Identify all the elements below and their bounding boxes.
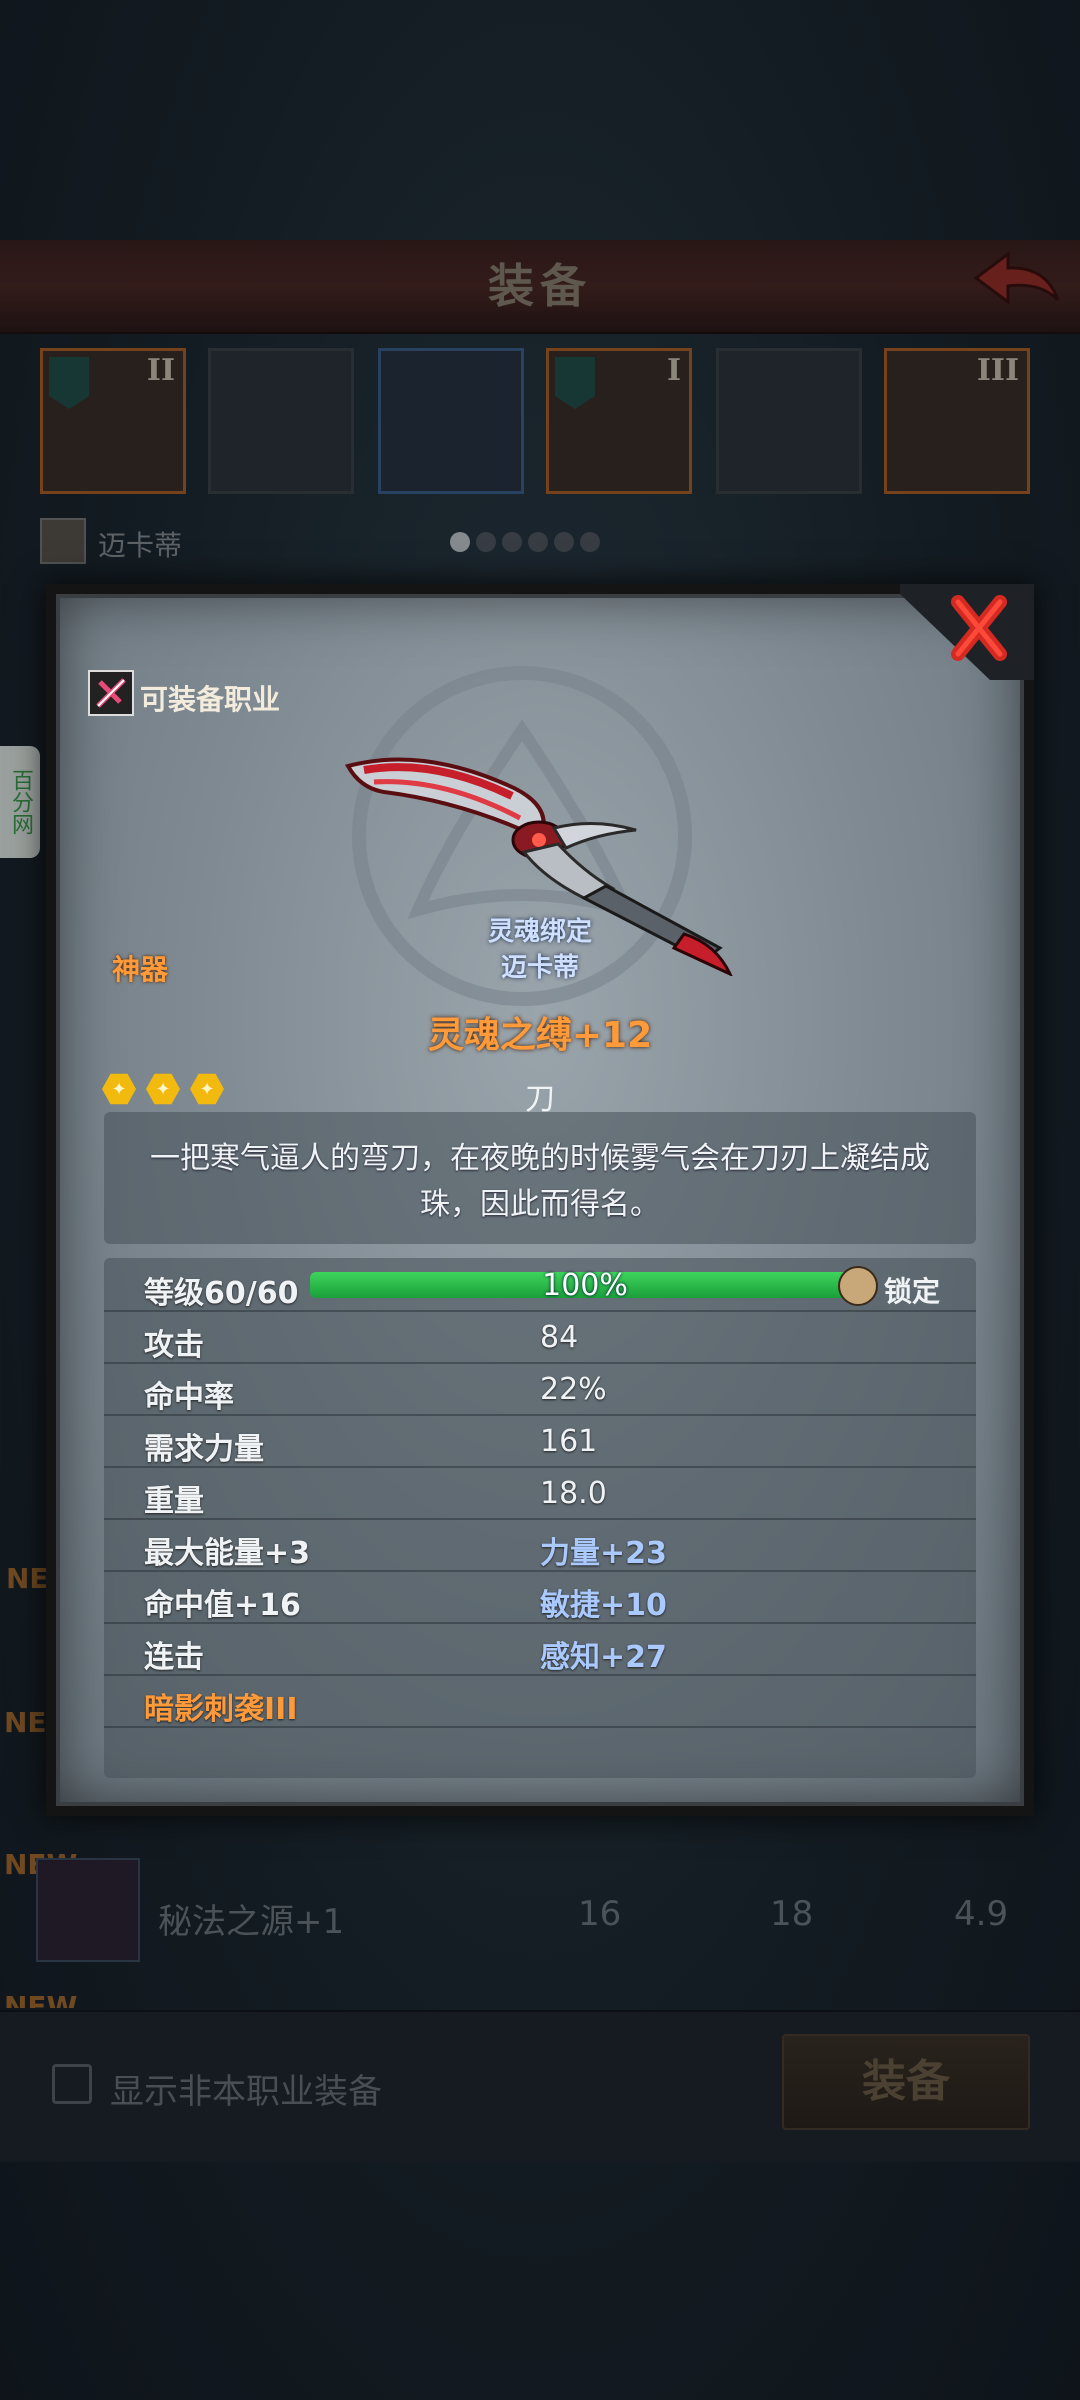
stat-value: 161 (540, 1424, 598, 1459)
stat-value: 敏捷+10 (540, 1588, 667, 1623)
stat-value: 18.0 (540, 1476, 607, 1511)
stat-label: 最大能量+3 (144, 1536, 311, 1571)
stat-label: 命中值+16 (144, 1588, 301, 1623)
stat-value: 力量+23 (540, 1536, 667, 1571)
stat-row: 攻击 84 (104, 1310, 976, 1364)
rarity-label: 神器 (112, 953, 169, 986)
stat-label: 连击 (144, 1640, 204, 1675)
lock-icon[interactable] (838, 1266, 878, 1306)
stats-table: 等级60/60 100% 锁定 攻击 84 命中率 22% 需求力量 161 重量 18.0 最… (104, 1258, 976, 1778)
stat-label: 重量 (144, 1484, 204, 1519)
stat-row: 命中值+16 敏捷+10 (104, 1570, 976, 1624)
soulbound-text: 灵魂绑定 (487, 917, 592, 947)
stat-row: 需求力量 161 (104, 1414, 976, 1468)
equippable-class-label: 可装备职业 (140, 683, 281, 716)
soulbound-label: 灵魂绑定 迈卡蒂 (460, 914, 620, 986)
stat-row: 命中率 22% (104, 1362, 976, 1416)
stat-label: 攻击 (144, 1328, 204, 1363)
stat-row: 最大能量+3 力量+23 (104, 1518, 976, 1572)
stat-value: 84 (540, 1320, 579, 1355)
stat-row: 连击 感知+27 (104, 1622, 976, 1676)
stat-row: 重量 18.0 (104, 1466, 976, 1520)
stat-label: 需求力量 (144, 1432, 264, 1467)
item-description: 一把寒气逼人的弯刀，在夜晚的时候雾气会在刀刃上凝结成珠，因此而得名。 (150, 1141, 930, 1222)
lock-label[interactable]: 锁定 (884, 1270, 940, 1310)
level-percent: 100% (542, 1268, 628, 1303)
item-name: 灵魂之缚+12 (427, 1015, 653, 1056)
soulbound-owner: 迈卡蒂 (500, 953, 579, 983)
stat-value: 感知+27 (540, 1640, 667, 1675)
level-label: 等级60/60 (144, 1276, 299, 1311)
close-icon[interactable] (880, 584, 1034, 680)
level-row: 等级60/60 100% 锁定 (104, 1258, 976, 1312)
stat-label: 命中率 (144, 1380, 234, 1415)
stat-label: 暗影刺袭III (144, 1692, 298, 1727)
stat-row: 暗影刺袭III (104, 1674, 976, 1728)
class-icon (88, 670, 134, 716)
stat-value: 22% (540, 1372, 607, 1407)
